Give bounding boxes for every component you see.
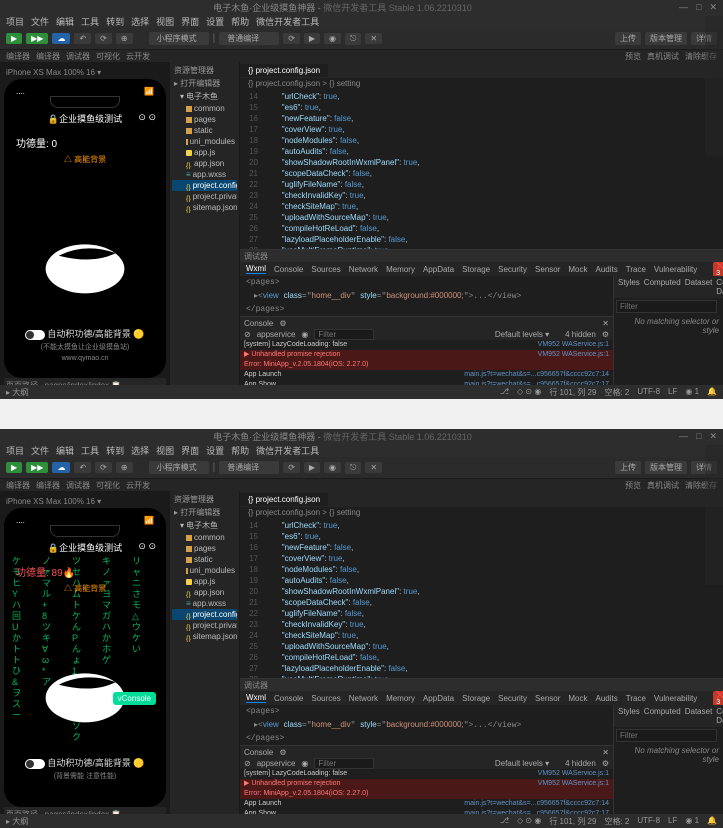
devtools-tab[interactable]: Security: [498, 265, 527, 274]
menu-item[interactable]: 编辑: [56, 15, 74, 28]
menu-item[interactable]: 界面: [181, 15, 199, 28]
context-select[interactable]: appservice: [257, 330, 296, 339]
devtools-tab[interactable]: Vulnerability: [654, 265, 697, 274]
bell-icon[interactable]: 🔔: [707, 387, 717, 398]
menu-item[interactable]: 文件: [31, 15, 49, 28]
auto-toggle-row[interactable]: 自动积功德/高能背景 🟡: [8, 327, 162, 340]
run-button[interactable]: ▶: [6, 33, 22, 44]
tree-root[interactable]: ▾ 电子木鱼: [172, 90, 237, 103]
tool-btn[interactable]: ⎋: [345, 33, 361, 45]
menu-item[interactable]: 转到: [106, 15, 124, 28]
titlebar: 电子木鱼·企业级摸鱼神器 - 微信开发者工具 Stable 1.06.22103…: [0, 0, 723, 14]
minimap[interactable]: [705, 16, 723, 156]
wooden-fish-icon[interactable]: [40, 225, 130, 298]
toggle-switch[interactable]: [25, 330, 45, 340]
devtools-tab-wxml[interactable]: Wxml: [246, 264, 266, 274]
menubar: 项目 文件 编辑 工具 转到 选择 视图 界面 设置 帮助 微信开发者工具: [0, 14, 723, 28]
menu-item[interactable]: 选择: [131, 15, 149, 28]
gongde-counter: 功德量: 89🔥: [14, 562, 156, 581]
editor-area: {} project.config.json {} project.config…: [240, 62, 723, 397]
cloud-button[interactable]: ☁: [52, 33, 70, 44]
sim-device-select[interactable]: iPhone XS Max 100% 16 ▾: [4, 66, 166, 79]
element-tree[interactable]: <pages>: [240, 276, 613, 289]
wooden-fish-icon[interactable]: [40, 654, 130, 727]
menu-item[interactable]: 视图: [156, 15, 174, 28]
warning-text: △ 高能背景: [14, 154, 156, 165]
tree-file[interactable]: app.js: [172, 147, 237, 158]
devtools-tab[interactable]: Trace: [626, 265, 646, 274]
tree-file[interactable]: project.private.config.j...: [172, 191, 237, 202]
devtools-tab[interactable]: Network: [349, 265, 378, 274]
menu-item[interactable]: 项目: [6, 15, 24, 28]
console-filter[interactable]: [314, 329, 374, 340]
gear-icon[interactable]: ⚙: [279, 319, 286, 328]
devtools-tab[interactable]: AppData: [423, 265, 454, 274]
devtools-tab[interactable]: Console: [274, 265, 303, 274]
devtools-tab[interactable]: Audits: [596, 265, 618, 274]
console-tab[interactable]: Console: [244, 319, 273, 328]
outline-toggle[interactable]: ▸ 大纲: [6, 388, 28, 397]
gongde-counter: 功德量: 0: [14, 133, 156, 152]
levels-select[interactable]: Default levels ▾: [495, 330, 549, 339]
devtools-tab[interactable]: Memory: [386, 265, 415, 274]
tool-btn[interactable]: ⊕: [116, 33, 133, 44]
upload-button[interactable]: 上传: [615, 32, 641, 45]
devtools-panel: 调试器 Wxml Console Sources Network Memory …: [240, 249, 723, 397]
vconsole-button[interactable]: vConsole: [113, 692, 156, 705]
tool-btn[interactable]: ✕: [365, 33, 382, 44]
menu-item[interactable]: 工具: [81, 15, 99, 28]
tree-file[interactable]: app.json: [172, 158, 237, 169]
menu-item[interactable]: 帮助: [231, 15, 249, 28]
stop-button[interactable]: ↶: [74, 33, 91, 44]
tool-btn[interactable]: ◉: [324, 33, 341, 44]
close-icon[interactable]: ✕: [709, 2, 717, 13]
error-badge[interactable]: ❌ 3: [713, 262, 723, 277]
devtools-tab[interactable]: Storage: [462, 265, 490, 274]
device-select[interactable]: 普通编译: [219, 32, 279, 45]
devtools-tab[interactable]: Sensor: [535, 265, 560, 274]
tool-btn[interactable]: ▶: [304, 33, 320, 44]
toolbar: ▶ ▶▶ ☁ ↶ ⟳ ⊕ 小程序模式 | 普通编译 ⟳ ▶ ◉ ⎋ ✕ 上传 版…: [0, 28, 723, 50]
tree-folder[interactable]: common: [172, 103, 237, 114]
styles-tab[interactable]: Styles: [618, 278, 640, 296]
version-button[interactable]: 版本管理: [645, 32, 687, 45]
max-icon[interactable]: □: [696, 2, 701, 13]
simulator-panel: iPhone XS Max 100% 16 ▾ ....📶 🔒企业摸鱼级测试⊙ …: [0, 62, 170, 397]
gear-icon[interactable]: ⚙: [602, 330, 609, 339]
branch-icon[interactable]: ⎇: [500, 387, 509, 398]
tree-file-selected[interactable]: project.config.json: [172, 180, 237, 191]
clear-icon[interactable]: ⊘: [244, 330, 251, 339]
tree-folder[interactable]: pages: [172, 114, 237, 125]
compile-mode-select[interactable]: 小程序模式: [149, 32, 209, 45]
devtools-tab[interactable]: Sources: [311, 265, 340, 274]
tree-file[interactable]: ≡app.wxss: [172, 169, 237, 180]
devtools-tab[interactable]: Mock: [568, 265, 587, 274]
tool-btn[interactable]: ⟳: [95, 33, 112, 44]
tree-folder[interactable]: static: [172, 125, 237, 136]
editor-tab[interactable]: {} project.config.json: [240, 64, 328, 77]
tree-folder[interactable]: uni_modules: [172, 136, 237, 147]
breadcrumb[interactable]: {} project.config.json > {} setting: [240, 78, 723, 89]
status-bar: ▸ 大纲 ⎇ ◇ ⊙ ◉ 行 101, 列 29 空格: 2 UTF-8 LF …: [0, 385, 723, 399]
menu-item[interactable]: 设置: [206, 15, 224, 28]
styles-filter[interactable]: [616, 300, 717, 313]
close-icon[interactable]: ✕: [602, 319, 609, 328]
nav-title: 🔒企业摸鱼级测试⊙ ⊙: [8, 110, 162, 127]
ide-window-2: 电子木鱼·企业级摸鱼神器 - 微信开发者工具 Stable 1.06.22103…: [0, 429, 723, 828]
file-explorer: 资源管理器 ▸ 打开编辑器 ▾ 电子木鱼 common pages static…: [170, 62, 240, 397]
menu-item[interactable]: 微信开发者工具: [256, 15, 319, 28]
min-icon[interactable]: —: [679, 2, 688, 13]
phone-frame: ....📶 🔒企业摸鱼级测试⊙ ⊙ 功德量: 0 △ 高能背景 自动积功德/高能…: [4, 79, 166, 378]
cursor-pos[interactable]: 行 101, 列 29: [549, 387, 596, 398]
tree-file[interactable]: sitemap.json: [172, 202, 237, 213]
tool-btn[interactable]: ⟳: [283, 33, 300, 44]
ide-window-1: 电子木鱼·企业级摸鱼神器 - 微信开发者工具 Stable 1.06.22103…: [0, 0, 723, 399]
devtools-tabs: Wxml Console Sources Network Memory AppD…: [240, 262, 723, 276]
code-editor[interactable]: 14 "urlCheck": true,15 "es6": true,16 "n…: [240, 89, 723, 249]
build-button[interactable]: ▶▶: [26, 33, 48, 44]
